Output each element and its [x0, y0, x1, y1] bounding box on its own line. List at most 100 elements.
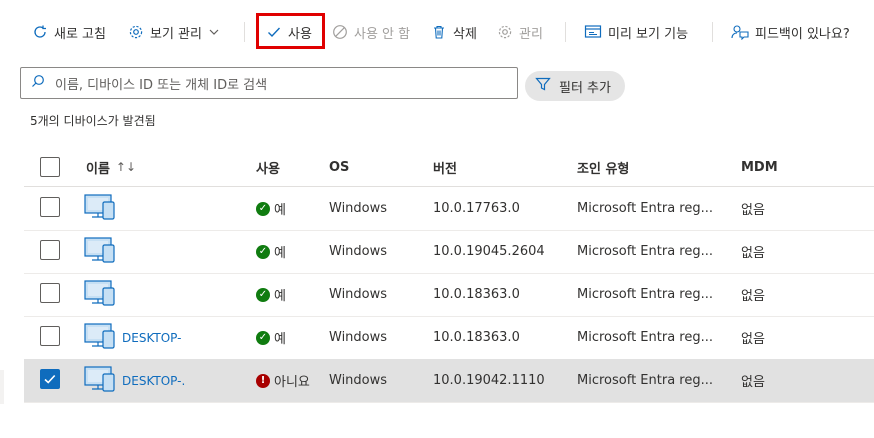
enabled-cell: ✓ 예 [256, 187, 286, 230]
join-type-cell: Microsoft Entra reg... [577, 373, 713, 388]
row-checkbox[interactable] [40, 283, 60, 303]
error-circle-icon: ! [256, 373, 270, 388]
search-input[interactable]: 이름, 디바이스 ID 또는 개체 ID로 검색 [20, 67, 518, 99]
enable-button-highlight [256, 13, 325, 49]
preview-label: 미리 보기 기능 [608, 26, 689, 42]
device-icon [84, 193, 116, 225]
enabled-value: 예 [274, 332, 286, 347]
device-name-cell[interactable] [84, 273, 122, 316]
column-header-mdm[interactable]: MDM [741, 148, 778, 186]
manage-button[interactable]: 관리 [497, 14, 543, 50]
gear-icon [128, 24, 144, 40]
row-checkbox[interactable] [40, 197, 60, 217]
enabled-cell: ✓ 예 [256, 273, 286, 316]
delete-button[interactable]: 삭제 [431, 14, 477, 50]
device-icon [84, 279, 116, 311]
column-header-enabled[interactable]: 사용 [256, 148, 280, 186]
enabled-value: 예 [274, 246, 286, 261]
column-header-os[interactable]: OS [329, 148, 349, 186]
refresh-label: 새로 고침 [54, 26, 106, 42]
select-all-checkbox[interactable] [40, 157, 60, 177]
chevron-down-icon [208, 26, 220, 38]
add-filter-button[interactable]: 필터 추가 [525, 71, 625, 101]
row-checkbox[interactable] [40, 326, 60, 346]
row-checkbox[interactable] [40, 240, 60, 260]
manage-label: 관리 [519, 26, 543, 42]
block-icon [332, 24, 348, 40]
mdm-cell: 없음 [741, 332, 765, 347]
enabled-value: 아니요 [274, 375, 310, 390]
mdm-cell: 없음 [741, 375, 765, 390]
command-bar: 새로 고침 보기 관리 사용 사용 안 함 삭제 관리 미리 보기 기능 피드백… [0, 14, 874, 50]
disable-label: 사용 안 함 [354, 26, 411, 42]
os-cell: Windows [329, 244, 388, 259]
table-row[interactable]: ✓ 예 Windows 10.0.19045.2604 Microsoft En… [24, 230, 874, 274]
delete-label: 삭제 [453, 26, 477, 42]
column-header-version[interactable]: 버전 [433, 148, 457, 186]
device-name-link[interactable]: DESKTOP- [122, 331, 181, 345]
join-type-cell: Microsoft Entra reg... [577, 244, 713, 259]
version-cell: 10.0.17763.0 [433, 201, 520, 216]
join-type-cell: Microsoft Entra reg... [577, 330, 713, 345]
version-cell: 10.0.19045.2604 [433, 244, 545, 259]
toolbar-divider [712, 22, 713, 42]
version-cell: 10.0.18363.0 [433, 330, 520, 345]
search-placeholder: 이름, 디바이스 ID 또는 개체 ID로 검색 [55, 77, 268, 93]
device-name-cell[interactable] [84, 230, 122, 273]
device-icon [84, 322, 116, 354]
refresh-button[interactable]: 새로 고침 [32, 14, 106, 50]
enabled-cell: ✓ 예 [256, 316, 286, 359]
enabled-value: 예 [274, 289, 286, 304]
device-name-cell[interactable]: DESKTOP-. [84, 359, 185, 402]
check-circle-icon: ✓ [256, 244, 270, 259]
preview-icon [584, 24, 602, 40]
os-cell: Windows [329, 373, 388, 388]
device-icon [84, 236, 116, 268]
view-manage-label: 보기 관리 [150, 26, 202, 42]
preview-features-button[interactable]: 미리 보기 기능 [584, 14, 688, 50]
join-type-cell: Microsoft Entra reg... [577, 287, 713, 302]
version-cell: 10.0.18363.0 [433, 287, 520, 302]
row-checkbox[interactable] [40, 369, 60, 389]
enabled-value: 예 [274, 203, 286, 218]
result-count: 5개의 디바이스가 발견됨 [30, 114, 156, 128]
os-cell: Windows [329, 201, 388, 216]
enabled-cell: ! 아니요 [256, 359, 310, 402]
sort-icon: ↑↓ [115, 160, 137, 174]
column-header-join-type[interactable]: 조인 유형 [577, 148, 629, 186]
refresh-icon [32, 24, 48, 40]
checkmark-icon [44, 374, 56, 384]
feedback-label: 피드백이 있나요? [755, 26, 850, 42]
os-cell: Windows [329, 330, 388, 345]
device-name-cell[interactable] [84, 187, 122, 230]
gear-icon [497, 24, 513, 40]
table-row[interactable]: ✓ 예 Windows 10.0.17763.0 Microsoft Entra… [24, 187, 874, 231]
mdm-cell: 없음 [741, 246, 765, 261]
check-circle-icon: ✓ [256, 330, 270, 345]
add-filter-label: 필터 추가 [559, 80, 611, 96]
device-icon [84, 365, 116, 397]
column-name-label: 이름 [86, 161, 110, 177]
table-row[interactable]: DESKTOP-. ! 아니요 Windows 10.0.19042.1110 … [24, 359, 874, 403]
device-name-cell[interactable]: DESKTOP- [84, 316, 181, 359]
disable-button[interactable]: 사용 안 함 [332, 14, 410, 50]
table-row[interactable]: ✓ 예 Windows 10.0.18363.0 Microsoft Entra… [24, 273, 874, 317]
mdm-cell: 없음 [741, 289, 765, 304]
device-name-link[interactable]: DESKTOP-. [122, 374, 185, 388]
check-circle-icon: ✓ [256, 201, 270, 216]
version-cell: 10.0.19042.1110 [433, 373, 545, 388]
search-icon [31, 74, 45, 92]
feedback-button[interactable]: 피드백이 있나요? [731, 14, 850, 50]
table-header: 이름 ↑↓ 사용 OS 버전 조인 유형 MDM [24, 148, 874, 187]
toolbar-divider [244, 22, 245, 42]
trash-icon [431, 24, 447, 40]
table-row[interactable]: DESKTOP- ✓ 예 Windows 10.0.18363.0 Micros… [24, 316, 874, 360]
mdm-cell: 없음 [741, 203, 765, 218]
check-circle-icon: ✓ [256, 287, 270, 302]
left-edge-marker [0, 370, 4, 404]
feedback-icon [731, 24, 749, 40]
enabled-cell: ✓ 예 [256, 230, 286, 273]
join-type-cell: Microsoft Entra reg... [577, 201, 713, 216]
view-manage-button[interactable]: 보기 관리 [128, 14, 220, 50]
column-header-name[interactable]: 이름 ↑↓ [86, 148, 136, 186]
